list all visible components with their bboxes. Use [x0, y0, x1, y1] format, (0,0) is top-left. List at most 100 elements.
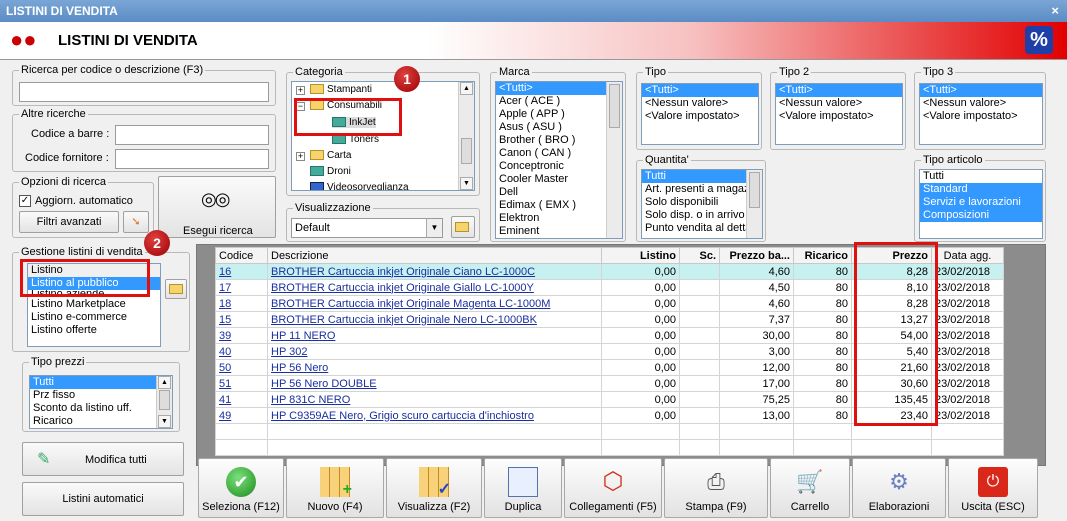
column-header[interactable]: Listino [601, 247, 680, 264]
type-listbox[interactable]: <Tutti> <Nessun valore> <Valore impostat… [641, 83, 759, 145]
article-type-listbox[interactable]: Tutti Standard Servizi e lavorazioni Com… [919, 169, 1043, 239]
list-item[interactable]: Solo disp. o in arrivo [642, 209, 746, 222]
table-cell-codice[interactable]: 16 [215, 263, 268, 280]
list-item[interactable]: Asus ( ASU ) [496, 121, 622, 134]
list-item[interactable]: Eminent [496, 225, 622, 238]
list-item[interactable]: Prz fisso [30, 389, 172, 402]
list-item[interactable]: Tutti [920, 170, 1042, 183]
tree-node[interactable]: Carta [310, 150, 351, 161]
processing-button[interactable]: ⚙ Elaborazioni [852, 458, 946, 518]
list-item[interactable]: Tutti [30, 376, 172, 389]
select-button[interactable]: ✔ Seleziona (F12) [198, 458, 284, 518]
list-item[interactable]: <Nessun valore> [642, 97, 758, 110]
print-button[interactable]: ⎙ Stampa (F9) [664, 458, 768, 518]
scrollbar[interactable]: ▲ ▼ [156, 376, 172, 428]
table-cell-codice[interactable]: 17 [215, 279, 268, 296]
list-item[interactable]: <Valore impostato> [920, 110, 1042, 123]
list-item[interactable]: Conceptronic [496, 160, 622, 173]
scrollbar[interactable] [746, 170, 762, 238]
list-item[interactable]: Composizioni [920, 209, 1042, 222]
filter-arrow-icon[interactable]: ➘ [123, 211, 149, 233]
list-item[interactable]: Solo disponibili [642, 196, 746, 209]
search-input[interactable] [19, 82, 269, 102]
table-cell-codice[interactable]: 39 [215, 327, 268, 344]
new-button[interactable]: + Nuovo (F4) [286, 458, 384, 518]
table-cell-desc[interactable]: BROTHER Cartuccia inkjet Originale Giall… [267, 279, 602, 296]
barcode-field[interactable] [115, 125, 269, 145]
column-header[interactable]: Codice [215, 247, 268, 264]
scrollbar[interactable]: ▲ ▼ [458, 82, 474, 190]
advanced-filters-button[interactable]: Filtri avanzati [19, 211, 119, 233]
list-item[interactable]: Canon ( CAN ) [496, 147, 622, 160]
table-cell-desc[interactable]: HP C9359AE Nero, Grigio scuro cartuccia … [267, 407, 602, 424]
run-search-button[interactable]: ◎◎ Esegui ricerca [158, 176, 276, 238]
list-item[interactable]: Punto vendita al dettaglio [642, 222, 746, 235]
expand-icon[interactable]: + [296, 86, 305, 95]
table-cell-desc[interactable]: HP 56 Nero [267, 359, 602, 376]
type2-listbox[interactable]: <Tutti> <Nessun valore> <Valore impostat… [775, 83, 903, 145]
table-cell-codice[interactable]: 40 [215, 343, 268, 360]
list-item[interactable]: Edimax ( EMX ) [496, 199, 622, 212]
list-item[interactable]: <Nessun valore> [776, 97, 902, 110]
close-icon[interactable]: × [1051, 3, 1059, 18]
auto-update-checkbox[interactable]: ✓ [19, 195, 31, 207]
tree-node[interactable]: Stampanti [310, 84, 372, 95]
folder-icon[interactable] [451, 216, 475, 238]
list-item[interactable]: Standard [920, 183, 1042, 196]
supplier-field[interactable] [115, 149, 269, 169]
expand-icon[interactable]: + [296, 152, 305, 161]
table-cell-desc[interactable]: HP 56 Nero DOUBLE [267, 375, 602, 392]
type3-listbox[interactable]: <Tutti> <Nessun valore> <Valore impostat… [919, 83, 1043, 145]
table-cell-desc[interactable]: BROTHER Cartuccia inkjet Originale Nero … [267, 311, 602, 328]
table-cell-codice[interactable]: 51 [215, 375, 268, 392]
brand-listbox[interactable]: <Tutti> Acer ( ACE ) Apple ( APP ) Asus … [495, 81, 623, 239]
chevron-down-icon[interactable]: ▼ [426, 219, 442, 237]
table-cell-desc[interactable]: BROTHER Cartuccia inkjet Originale Ciano… [267, 263, 602, 280]
list-item[interactable]: <Tutti> [920, 84, 1042, 97]
tree-node[interactable]: Videosorveglianza [310, 182, 409, 190]
exit-button[interactable]: ⏻ Uscita (ESC) [948, 458, 1038, 518]
table-cell-codice[interactable]: 49 [215, 407, 268, 424]
list-item[interactable]: Tutti [642, 170, 746, 183]
column-header[interactable]: Descrizione [267, 247, 602, 264]
links-button[interactable]: ⬡ Collegamenti (F5) [564, 458, 662, 518]
tree-node[interactable]: Droni [310, 166, 351, 177]
column-header[interactable]: Sc. [679, 247, 720, 264]
list-item[interactable]: <Valore impostato> [642, 110, 758, 123]
price-type-listbox[interactable]: Tutti Prz fisso Sconto da listino uff. R… [29, 375, 173, 429]
list-item[interactable]: Listino Marketplace [28, 298, 160, 311]
list-item[interactable]: Listino e-commerce [28, 311, 160, 324]
view-button[interactable]: ✓ Visualizza (F2) [386, 458, 482, 518]
list-item[interactable]: <Nessun valore> [920, 97, 1042, 110]
list-item[interactable]: <Tutti> [642, 84, 758, 97]
cart-button[interactable]: 🛒 Carrello [770, 458, 850, 518]
table-cell-codice[interactable]: 15 [215, 311, 268, 328]
view-select[interactable]: Default ▼ [291, 218, 443, 238]
list-item[interactable]: Cooler Master [496, 173, 622, 186]
list-item[interactable]: Elektron [496, 212, 622, 225]
column-header[interactable]: Data agg. [931, 247, 1004, 264]
table-cell-desc[interactable]: HP 11 NERO [267, 327, 602, 344]
table-cell-codice[interactable]: 50 [215, 359, 268, 376]
folder-icon[interactable] [165, 279, 187, 299]
list-item[interactable]: Ricarico [30, 415, 172, 428]
list-item[interactable]: Sconto da listino uff. [30, 402, 172, 415]
auto-price-lists-button[interactable]: Listini automatici [22, 482, 184, 516]
table-cell-desc[interactable]: HP 302 [267, 343, 602, 360]
list-item[interactable]: <Tutti> [776, 84, 902, 97]
column-header[interactable]: Prezzo ba... [719, 247, 794, 264]
table-cell-desc[interactable]: HP 831C NERO [267, 391, 602, 408]
list-item[interactable]: Servizi e lavorazioni [920, 196, 1042, 209]
duplicate-button[interactable]: Duplica [484, 458, 562, 518]
table-cell-codice[interactable]: 41 [215, 391, 268, 408]
table-cell-codice[interactable]: 18 [215, 295, 268, 312]
list-item[interactable]: <Valore impostato> [776, 110, 902, 123]
list-item[interactable]: Dell [496, 186, 622, 199]
column-header[interactable]: Ricarico [793, 247, 852, 264]
list-item[interactable]: Art. presenti a magazzino [642, 183, 746, 196]
scrollbar[interactable] [606, 82, 622, 238]
list-item[interactable]: Apple ( APP ) [496, 108, 622, 121]
list-item[interactable]: <Tutti> [496, 82, 622, 95]
list-item[interactable]: Listino offerte [28, 324, 160, 337]
modify-all-button[interactable]: ✎ Modifica tutti [22, 442, 184, 476]
